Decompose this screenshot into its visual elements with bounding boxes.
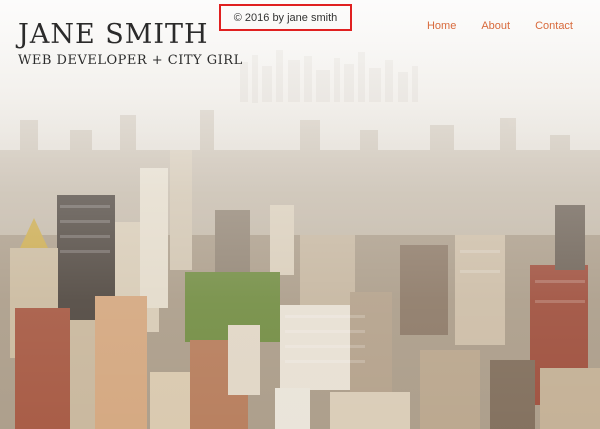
nav-about-link[interactable]: About <box>481 20 510 32</box>
brand-block: JANE SMITH WEB DEVELOPER + CITY GIRL <box>18 19 243 69</box>
top-nav: Home About Contact <box>427 20 573 32</box>
nav-home-link[interactable]: Home <box>427 20 456 32</box>
copyright-text: © 2016 by jane smith <box>233 11 338 24</box>
copyright-highlight-box: © 2016 by jane smith <box>219 4 352 31</box>
nav-contact-link[interactable]: Contact <box>535 20 573 32</box>
site-tagline: WEB DEVELOPER + CITY GIRL <box>18 53 243 68</box>
site-title: JANE SMITH <box>18 19 209 50</box>
